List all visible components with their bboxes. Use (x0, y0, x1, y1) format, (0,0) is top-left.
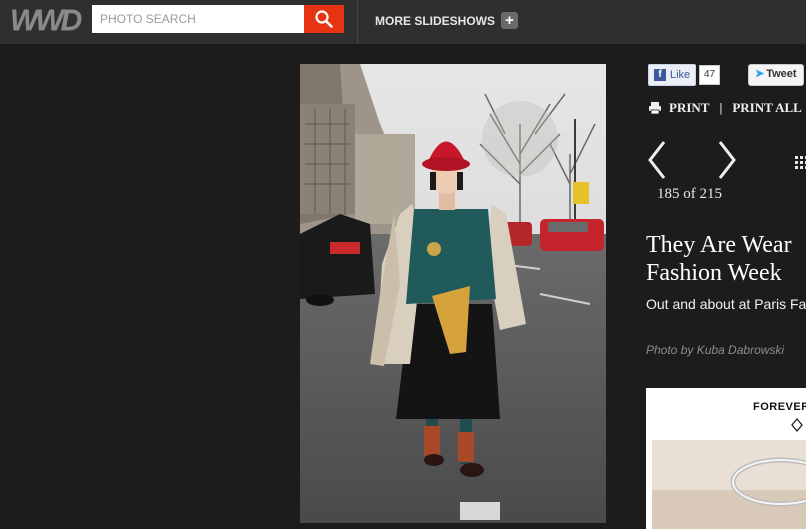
photo-search-input[interactable] (92, 5, 304, 33)
slideshow-sidebar: f Like 47 ➤ Tweet PRINT | PRINT ALL 185 o… (646, 64, 806, 529)
street-style-photo-image (300, 64, 606, 523)
printer-icon[interactable] (648, 101, 662, 115)
top-navigation-bar: WWD MORE SLIDESHOWS + (0, 0, 806, 44)
slideshow-subtitle: Out and about at Paris Fa (646, 296, 806, 312)
slideshow-photo[interactable] (300, 64, 606, 523)
print-controls: PRINT | PRINT ALL (648, 100, 806, 116)
magnifier-icon (315, 10, 333, 28)
more-slideshows-link[interactable]: MORE SLIDESHOWS + (375, 12, 519, 29)
search-button[interactable] (304, 5, 344, 33)
more-slideshows-label: MORE SLIDESHOWS (375, 13, 496, 28)
plus-icon: + (501, 12, 519, 29)
slideshow-title: They Are Wear Fashion Week (646, 231, 806, 287)
print-link[interactable]: PRINT (669, 100, 709, 116)
print-all-link[interactable]: PRINT ALL (732, 100, 801, 116)
twitter-bird-icon: ➤ (755, 68, 765, 80)
wwd-logo[interactable]: WWD (10, 4, 82, 38)
photo-credit: Photo by Kuba Dabrowski (646, 343, 785, 357)
ad-brand-text: FOREVER (753, 401, 806, 413)
slideshow-title-line1: They Are Wear (646, 232, 792, 258)
tweet-button[interactable]: ➤ Tweet (748, 64, 804, 86)
tweet-label: Tweet (766, 68, 797, 80)
grid-icon[interactable] (795, 156, 806, 170)
advertisement[interactable]: FOREVER (646, 388, 806, 529)
chevron-left-icon[interactable] (646, 138, 668, 182)
facebook-like-button[interactable]: f Like (648, 64, 697, 86)
ring-image (652, 440, 806, 529)
chevron-right-icon[interactable] (716, 138, 738, 182)
slide-counter: 185 of 215 (657, 186, 722, 202)
slideshow-title-line2: Fashion Week (646, 260, 782, 286)
facebook-icon: f (654, 69, 666, 81)
header-divider (357, 0, 358, 44)
diamond-icon (791, 418, 803, 432)
like-label: Like (670, 68, 691, 81)
like-count: 47 (699, 65, 721, 85)
print-separator: | (719, 100, 723, 115)
